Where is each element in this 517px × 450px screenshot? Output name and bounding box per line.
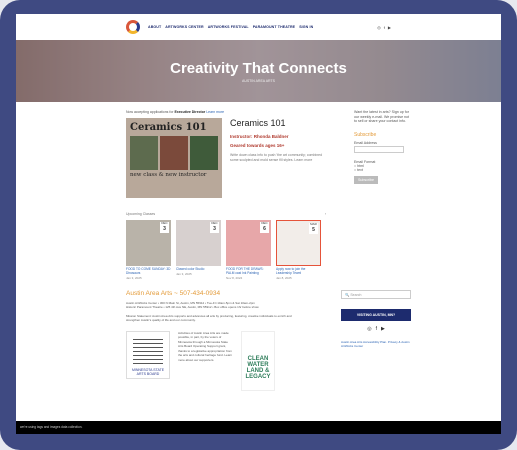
notice-bold: Executive Director xyxy=(174,110,206,114)
content-column: Now accepting applications for Executive… xyxy=(126,110,326,280)
event-date-badge: DEC 3 xyxy=(210,221,219,233)
footer-address-2: Historic Paramount Theatre • 125 4th Ave… xyxy=(126,305,259,310)
event-image[interactable]: MAR 5 xyxy=(276,220,321,266)
event-card[interactable]: MAR 5 Apply now to join the Leadership Te… xyxy=(276,220,321,280)
hero-title: Creativity That Connects xyxy=(170,59,347,77)
sponsor-logos: MINNESOTA STATE ARTS BOARD Activities of… xyxy=(126,330,296,391)
event-day: 5 xyxy=(312,226,315,233)
pottery-photos xyxy=(130,136,218,170)
search-placeholder: Search xyxy=(350,292,362,297)
feature-description: Write down class info to push 'the art c… xyxy=(230,153,323,162)
footer-social: ◎ f ▶ xyxy=(341,326,411,332)
footer-links[interactable]: Austin Area Arts Accessibility Plan. Pri… xyxy=(341,340,411,348)
browser-screen: ABOUT ARTWORKS CENTER ARTWORKS FESTIVAL … xyxy=(16,14,501,434)
facebook-icon[interactable]: f xyxy=(384,25,385,30)
event-month: MAR xyxy=(310,222,317,226)
nav-social: ◎ f ▶ xyxy=(377,25,391,30)
event-card[interactable]: DEC 6 FOOD FOR THE DRAWS: PALM cast Ink P… xyxy=(226,220,271,280)
event-image[interactable]: DEC 6 xyxy=(226,220,271,266)
event-image[interactable]: DEC 3 xyxy=(126,220,171,266)
instagram-icon[interactable]: ◎ xyxy=(377,25,381,30)
footer-left: Austin Area Arts ~ 507-434-0934 Austin A… xyxy=(126,290,296,391)
event-day: 3 xyxy=(163,225,166,232)
youtube-icon[interactable]: ▶ xyxy=(381,326,385,332)
msab-logo[interactable]: MINNESOTA STATE ARTS BOARD xyxy=(126,330,170,379)
email-label: Email Address xyxy=(354,141,377,146)
upcoming-label: Upcoming Classes xyxy=(126,212,156,216)
pottery-photo-3 xyxy=(190,136,218,170)
feature-instructor: Instructor: Rhonda Baldner xyxy=(230,134,289,139)
footer: Austin Area Arts ~ 507-434-0934 Austin A… xyxy=(16,289,501,391)
newsletter-sidebar: Want the latest in arts? Sign up for our… xyxy=(354,110,410,280)
logo-icon[interactable] xyxy=(126,20,140,34)
event-card[interactable]: DEC 3 FOOD TO COME SUNDAY: 3D Dinosaurs J… xyxy=(126,220,171,280)
main-section: Now accepting applications for Executive… xyxy=(16,102,501,280)
top-nav: ABOUT ARTWORKS CENTER ARTWORKS FESTIVAL … xyxy=(16,14,501,40)
feature-image[interactable]: Ceramics 101 new class & new instructor xyxy=(126,118,222,198)
event-image[interactable]: DEC 3 xyxy=(176,220,221,266)
nav-paramount-theatre[interactable]: PARAMOUNT THEATRE xyxy=(253,25,296,29)
msab-logo-text: MINNESOTA STATE ARTS BOARD xyxy=(131,367,165,376)
main-menu: ABOUT ARTWORKS CENTER ARTWORKS FESTIVAL … xyxy=(148,25,313,29)
format-text-label: text xyxy=(357,168,363,173)
hero-banner: Creativity That Connects AUSTIN AREA ART… xyxy=(16,40,501,102)
event-card[interactable]: DEC 3 Clawed color Studio Jan 3, 2025 xyxy=(176,220,221,280)
hero-subtitle: AUSTIN AREA ARTS xyxy=(241,78,275,83)
visit-austin-button[interactable]: VISITING AUSTIN, MN? xyxy=(341,308,411,321)
feature-card: Ceramics 101 new class & new instructor … xyxy=(126,118,326,198)
feature-ages: Geared towards ages 16+ xyxy=(230,143,285,148)
youtube-icon[interactable]: ▶ xyxy=(388,25,391,30)
nav-artworks-center[interactable]: ARTWORKS CENTER xyxy=(165,25,203,29)
nav-artworks-festival[interactable]: ARTWORKS FESTIVAL xyxy=(208,25,249,29)
event-date: Jan 8, 2025 xyxy=(276,275,292,280)
event-day: 3 xyxy=(213,225,216,232)
event-date: Nov 8, 2024 xyxy=(226,275,243,280)
nav-sign-in[interactable]: SIGN IN xyxy=(299,25,313,29)
feature-image-title: Ceramics 101 xyxy=(130,122,207,133)
event-month: DEC xyxy=(211,221,218,225)
events-carousel: DEC 3 FOOD TO COME SUNDAY: 3D Dinosaurs J… xyxy=(126,220,326,280)
footer-right: 🔍 Search VISITING AUSTIN, MN? ◎ f ▶ Aust… xyxy=(341,289,411,391)
cookie-bar: we're using tags and images data collect… xyxy=(16,421,501,434)
event-date: Jan 3, 2025 xyxy=(126,275,142,280)
email-field[interactable] xyxy=(354,146,404,154)
subscribe-heading: Subscribe xyxy=(354,132,377,139)
legacy-logo[interactable]: CLEAN WATER LAND & LEGACY xyxy=(241,330,275,391)
notice-link[interactable]: Learn more xyxy=(206,110,224,114)
notice-text: Now accepting applications for xyxy=(126,110,175,114)
pottery-photo-1 xyxy=(130,136,158,170)
event-month: DEC xyxy=(261,221,268,225)
format-text-radio[interactable]: ○ text xyxy=(354,168,410,172)
legacy-logo-text: CLEAN WATER LAND & LEGACY xyxy=(245,355,271,380)
feature-title[interactable]: Ceramics 101 xyxy=(230,118,326,128)
feature-image-caption: new class & new instructor xyxy=(130,172,207,178)
nav-about[interactable]: ABOUT xyxy=(148,25,161,29)
event-date-badge: DEC 6 xyxy=(260,221,269,233)
upcoming-header: Upcoming Classes › xyxy=(126,212,326,216)
event-title[interactable]: Apply now to join the Leadership Team! xyxy=(276,267,321,276)
event-date-badge: MAR 5 xyxy=(309,222,318,234)
search-input[interactable]: 🔍 Search xyxy=(341,289,411,299)
notice: Now accepting applications for Executive… xyxy=(126,110,326,114)
event-day: 6 xyxy=(263,225,266,232)
pottery-photo-2 xyxy=(160,136,188,170)
instagram-icon[interactable]: ◎ xyxy=(367,326,371,332)
footer-mission: Mission Statement: Austin Area Arts supp… xyxy=(126,313,292,323)
facebook-icon[interactable]: f xyxy=(376,326,377,332)
feature-text: Ceramics 101 Instructor: Rhonda Baldner … xyxy=(230,118,326,198)
event-month: DEC xyxy=(161,221,168,225)
grant-text: Activities of Austin Area Arts are made … xyxy=(178,330,233,362)
event-date-badge: DEC 3 xyxy=(160,221,169,233)
sidebar-intro: Want the latest in arts? Sign up for our… xyxy=(354,110,410,124)
next-arrow-icon[interactable]: › xyxy=(325,212,326,216)
event-date: Jan 3, 2025 xyxy=(176,271,192,276)
subscribe-button[interactable]: Subscribe xyxy=(354,176,378,185)
footer-org-phone: Austin Area Arts ~ 507-434-0934 xyxy=(126,289,221,297)
event-title[interactable]: FOOD FOR THE DRAWS: PALM cast Ink Painti… xyxy=(226,267,271,276)
event-title[interactable]: FOOD TO COME SUNDAY: 3D Dinosaurs xyxy=(126,267,171,276)
